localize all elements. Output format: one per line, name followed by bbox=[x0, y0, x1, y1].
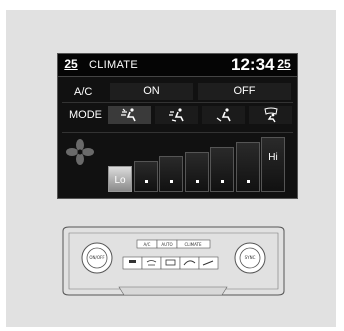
driver-temperature[interactable]: 25 bbox=[64, 57, 78, 71]
ac-on-button[interactable]: ON bbox=[110, 83, 193, 100]
fan-high-label: Hi bbox=[268, 152, 278, 163]
row-divider bbox=[62, 102, 293, 103]
vent-feet-icon bbox=[216, 108, 231, 122]
climate-screen: 25 CLIMATE 12:34 25 A/C ON OFF MODE Lo H… bbox=[57, 53, 298, 199]
vent-face-feet-icon bbox=[169, 108, 184, 122]
svg-text:CLIMATE: CLIMATE bbox=[184, 242, 202, 247]
auto-hw-button[interactable]: AUTO bbox=[156, 239, 178, 249]
fan-speed-low-button[interactable]: Lo bbox=[108, 166, 132, 192]
front-defrost-hw-button[interactable] bbox=[141, 256, 162, 270]
svg-text:AUTO: AUTO bbox=[161, 242, 172, 247]
fresh-air-hw-button[interactable] bbox=[198, 256, 219, 270]
ac-row-label: A/C bbox=[74, 86, 93, 98]
mode-face-button[interactable] bbox=[108, 106, 151, 124]
fan-icon bbox=[66, 139, 94, 165]
vent-feet-defrost-icon bbox=[264, 107, 278, 123]
fan-level-dot bbox=[246, 179, 250, 183]
clock: 12:34 bbox=[231, 55, 275, 74]
left-temp-knob[interactable]: ON/OFF bbox=[81, 242, 113, 274]
rear-defrost-hw-button[interactable] bbox=[160, 256, 181, 270]
ac-hw-button[interactable]: A/C bbox=[136, 239, 158, 249]
fan-level-dot bbox=[221, 179, 224, 183]
passenger-temperature[interactable]: 25 bbox=[277, 57, 291, 71]
mode-face-feet-button[interactable] bbox=[155, 106, 198, 124]
sync-hw-button[interactable] bbox=[122, 256, 143, 270]
fan-speed-level-5-button[interactable] bbox=[210, 146, 234, 192]
vent-face-icon bbox=[121, 108, 136, 122]
svg-text:ON/OFF: ON/OFF bbox=[89, 255, 105, 260]
fan-speed-level-2-button[interactable] bbox=[133, 161, 158, 192]
row-divider bbox=[62, 132, 293, 133]
fan-level-dot bbox=[144, 179, 148, 183]
climate-hw-button[interactable]: CLIMATE bbox=[176, 239, 211, 249]
hardware-climate-panel: ON/OFF SYNC A/C AUTO CLIMATE bbox=[62, 226, 285, 296]
recirculation-hw-button[interactable] bbox=[179, 256, 200, 270]
fan-level-dot bbox=[170, 179, 173, 183]
right-temp-knob[interactable]: SYNC bbox=[234, 242, 266, 274]
fan-speed-level-3-button[interactable] bbox=[159, 156, 183, 192]
fan-low-label: Lo bbox=[114, 175, 126, 186]
fan-speed-high-button[interactable]: Hi bbox=[261, 137, 285, 192]
fan-speed-level-4-button[interactable] bbox=[184, 151, 209, 192]
ac-off-button[interactable]: OFF bbox=[198, 83, 291, 100]
mode-row-label: MODE bbox=[69, 109, 102, 121]
svg-text:A/C: A/C bbox=[144, 242, 151, 247]
mode-feet-button[interactable] bbox=[202, 106, 245, 124]
svg-text:SYNC: SYNC bbox=[245, 255, 256, 260]
mode-feet-defrost-button[interactable] bbox=[249, 106, 292, 124]
screen-title: CLIMATE bbox=[89, 59, 138, 71]
screen-header: 25 CLIMATE 12:34 25 bbox=[58, 54, 297, 77]
fan-level-dot bbox=[195, 180, 199, 183]
fan-speed-level-6-button[interactable] bbox=[235, 141, 260, 192]
